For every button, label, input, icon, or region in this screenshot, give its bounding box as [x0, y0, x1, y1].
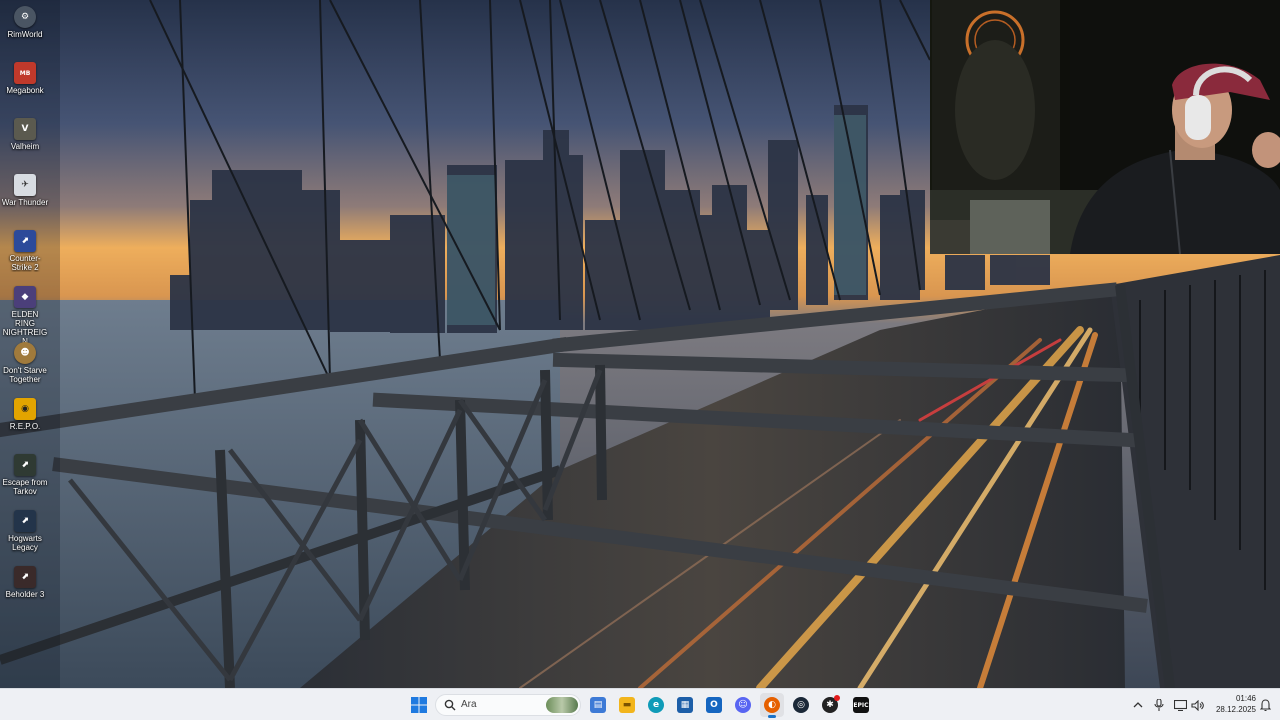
desktop-shortcut-label: Beholder 3 [5, 590, 45, 599]
taskbar-app-outlook[interactable]: O [702, 693, 726, 717]
desktop-shortcut-label: RimWorld [7, 30, 43, 39]
desktop-shortcut-label: War Thunder [1, 198, 49, 207]
counter-strike-2-icon: ⬈ [14, 230, 36, 252]
taskbar-app-epic-games[interactable]: EPIC [849, 693, 873, 717]
desktop-shortcut-label: Escape from Tarkov [2, 478, 48, 496]
microphone-button[interactable] [1151, 697, 1167, 713]
search-highlight-image [546, 697, 578, 713]
desktop-shortcut-escape-from-tarkov[interactable]: ⬈ Escape from Tarkov [0, 450, 50, 504]
desktop-shortcut-hogwarts-legacy[interactable]: ⬈ Hogwarts Legacy [0, 506, 50, 560]
search-icon [444, 699, 456, 711]
valheim-icon: V [14, 118, 36, 140]
steam-icon: ◎ [793, 697, 809, 713]
desktop-shortcut-label: R.E.P.O. [9, 422, 41, 431]
webcam-overlay [930, 0, 1280, 254]
webcam-feed-image [930, 0, 1280, 254]
taskbar: Ara ▤ ▬ e ▦ O ☺ ◐ ◎ ✱ EPIC 01:46 28.12.2… [0, 688, 1280, 720]
volume-button[interactable] [1189, 697, 1205, 713]
show-hidden-icons-button[interactable] [1130, 697, 1146, 713]
taskbar-app-steam[interactable]: ◎ [789, 693, 813, 717]
desktop-shortcut-war-thunder[interactable]: ✈ War Thunder [0, 170, 50, 224]
discord-icon: ☺ [735, 697, 751, 713]
desktop-shortcut-counter-strike-2[interactable]: ⬈ Counter-Strike 2 [0, 226, 50, 280]
hogwarts-legacy-icon: ⬈ [14, 510, 36, 532]
chevron-up-icon [1133, 702, 1143, 708]
folder-icon: ▬ [619, 697, 635, 713]
repo-icon: ◉ [14, 398, 36, 420]
epic-games-icon: EPIC [853, 697, 869, 713]
taskbar-app-discord[interactable]: ☺ [731, 693, 755, 717]
bell-icon [1259, 699, 1271, 711]
elden-ring-nightreign-icon: ◆ [14, 286, 36, 308]
taskbar-app-steelseries-gg[interactable]: ✱ [818, 693, 842, 717]
search-placeholder: Ara [461, 699, 477, 710]
windows-start-icon [411, 697, 427, 713]
war-thunder-icon: ✈ [14, 174, 36, 196]
clock-date: 28.12.2025 [1215, 705, 1256, 714]
taskbar-app-firefox[interactable]: ◐ [760, 693, 784, 718]
beholder-3-icon: ⬈ [14, 566, 36, 588]
taskbar-app-edge[interactable]: e [644, 693, 668, 717]
edge-icon: e [648, 697, 664, 713]
desktop-shortcut-label: Megabonk [6, 86, 44, 95]
desktop-shortcut-label: Valheim [10, 142, 40, 151]
desktop-shortcut-label: Counter-Strike 2 [9, 254, 41, 272]
taskbar-app-file-explorer[interactable]: ▬ [615, 693, 639, 717]
desktop-shortcut-elden-ring-nightreign[interactable]: ◆ ELDEN RING NIGHTREIGN [0, 282, 50, 346]
notification-dot [834, 695, 840, 701]
desktop-shortcut-dont-starve-together[interactable]: ☻ Don't Starve Together [0, 338, 50, 392]
outlook-icon: O [706, 697, 722, 713]
taskbar-clock[interactable]: 01:46 28.12.2025 [1208, 693, 1256, 715]
desktop-shortcut-rimworld[interactable]: ⚙ RimWorld [0, 2, 50, 56]
microphone-icon [1154, 699, 1164, 711]
dont-starve-together-icon: ☻ [14, 342, 36, 364]
network-button[interactable] [1172, 697, 1188, 713]
speaker-icon [1190, 699, 1204, 711]
start-button[interactable] [407, 693, 431, 717]
notifications-button[interactable] [1257, 697, 1273, 713]
desktop-shortcut-valheim[interactable]: V Valheim [0, 114, 50, 168]
firefox-icon: ◐ [764, 697, 780, 713]
store-icon: ▦ [677, 697, 693, 713]
desktop-shortcut-megabonk[interactable]: MB Megabonk [0, 58, 50, 112]
taskbar-app-news-widget[interactable]: ▤ [586, 693, 610, 717]
desktop-shortcut-beholder-3[interactable]: ⬈ Beholder 3 [0, 562, 50, 616]
network-icon [1173, 699, 1187, 711]
desktop-shortcut-label: Don't Starve Together [3, 366, 47, 384]
desktop-shortcut-repo[interactable]: ◉ R.E.P.O. [0, 394, 50, 448]
escape-from-tarkov-icon: ⬈ [14, 454, 36, 476]
news-icon: ▤ [590, 697, 606, 713]
rimworld-icon: ⚙ [14, 6, 36, 28]
taskbar-search-box[interactable]: Ara [435, 694, 581, 716]
taskbar-app-microsoft-store[interactable]: ▦ [673, 693, 697, 717]
desktop-shortcut-label: Hogwarts Legacy [8, 534, 42, 552]
clock-time: 01:46 [1235, 694, 1256, 703]
megabonk-icon: MB [14, 62, 36, 84]
